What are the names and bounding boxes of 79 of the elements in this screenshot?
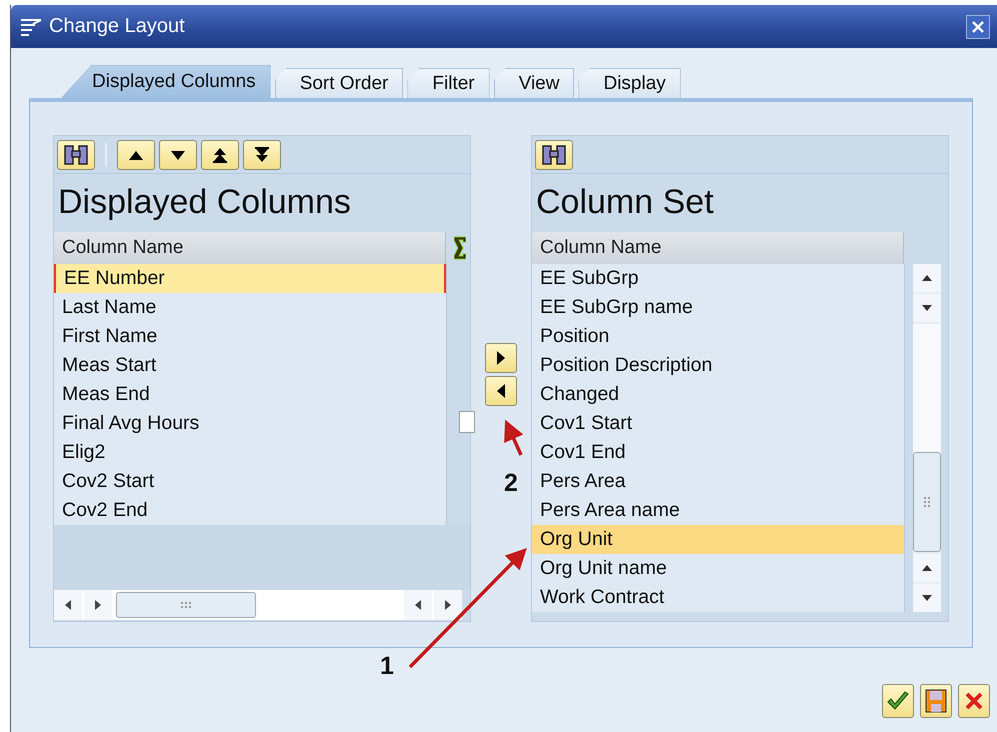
layout-icon: [19, 18, 43, 36]
top-button[interactable]: [201, 140, 239, 170]
list-row[interactable]: Work Contract: [532, 583, 904, 612]
list-row[interactable]: EE SubGrp: [532, 264, 904, 293]
bottom-button[interactable]: [243, 140, 281, 170]
scroll-down-button[interactable]: [913, 294, 941, 322]
callout-number: 2: [504, 471, 518, 496]
right-arrow-icon: [94, 599, 102, 611]
list-row[interactable]: Cov2 End: [54, 496, 446, 525]
list-row[interactable]: Final Avg Hours: [54, 409, 446, 438]
list-row[interactable]: Meas Start: [54, 351, 446, 380]
up-button[interactable]: [117, 140, 155, 170]
window-title: Change Layout: [49, 15, 185, 38]
checkbox[interactable]: [459, 411, 475, 433]
search-button[interactable]: [535, 140, 573, 170]
list-row[interactable]: Last Name: [54, 293, 446, 322]
scroll-down-button[interactable]: [913, 584, 941, 612]
scroll-right-button[interactable]: [434, 590, 462, 620]
left-arrow-icon: [496, 383, 506, 399]
left-arrow-icon: [414, 599, 422, 611]
binoculars-icon: [541, 144, 567, 166]
down-arrow-icon: [921, 594, 933, 602]
list-row[interactable]: Meas End: [54, 380, 446, 409]
scroll-left-button[interactable]: [54, 590, 82, 620]
list-row[interactable]: Pers Area: [532, 467, 904, 496]
list-row[interactable]: Changed: [532, 380, 904, 409]
right-arrow-icon: [496, 350, 506, 366]
panel-title: Displayed Columns: [57, 182, 352, 222]
list-row[interactable]: Org Unit name: [532, 554, 904, 583]
save-icon: [925, 689, 947, 713]
list-row[interactable]: Pers Area name: [532, 496, 904, 525]
list-row[interactable]: Cov2 Start: [54, 467, 446, 496]
grip-icon: [924, 497, 930, 507]
scroll-up-button[interactable]: [913, 264, 941, 292]
cancel-icon: [964, 691, 984, 711]
scrollbar-thumb[interactable]: [116, 592, 256, 618]
cancel-button[interactable]: [958, 684, 990, 718]
list-row[interactable]: Position: [532, 322, 904, 351]
callout-number: 1: [380, 654, 394, 679]
top-arrow-icon: [210, 146, 230, 164]
scroll-up-button[interactable]: [913, 554, 941, 582]
bottom-arrow-icon: [252, 146, 272, 164]
right-arrow-icon: [444, 599, 452, 611]
checkmark-icon: [886, 691, 910, 711]
sum-icon: [454, 236, 466, 260]
list-row[interactable]: Position Description: [532, 351, 904, 380]
tab[interactable]: Filter: [407, 68, 490, 98]
list-row[interactable]: EE SubGrp name: [532, 293, 904, 322]
tab[interactable]: Displayed Columns: [61, 65, 271, 98]
panel-title: Column Set: [535, 182, 715, 222]
close-icon: [972, 20, 984, 32]
list-row[interactable]: Cov1 Start: [532, 409, 904, 438]
down-button[interactable]: [159, 140, 197, 170]
list-row[interactable]: First Name: [54, 322, 446, 351]
tab[interactable]: View: [494, 68, 574, 98]
column-header[interactable]: Column Name: [532, 232, 904, 264]
scroll-right-button[interactable]: [84, 590, 112, 620]
down-arrow-icon: [921, 304, 933, 312]
search-button[interactable]: [57, 140, 95, 170]
remove-column-button[interactable]: [485, 376, 517, 406]
add-column-button[interactable]: [485, 343, 517, 373]
save-button[interactable]: [920, 684, 952, 718]
tab[interactable]: Sort Order: [274, 68, 404, 98]
annotation-arrow: [504, 420, 524, 456]
list-row[interactable]: EE Number: [54, 264, 446, 293]
confirm-button[interactable]: [882, 684, 914, 718]
left-arrow-icon: [64, 599, 72, 611]
list-row[interactable]: Org Unit: [532, 525, 904, 554]
close-button[interactable]: [966, 14, 990, 38]
scrollbar-thumb[interactable]: [913, 452, 941, 552]
list-row[interactable]: Cov1 End: [532, 438, 904, 467]
list-row[interactable]: Elig2: [54, 438, 446, 467]
up-arrow-icon: [921, 274, 933, 282]
tab[interactable]: Display: [578, 68, 681, 98]
grip-icon: [181, 602, 191, 608]
scroll-left-button[interactable]: [404, 590, 432, 620]
column-header[interactable]: Column Name: [54, 232, 446, 264]
up-arrow-icon: [921, 564, 933, 572]
binoculars-icon: [63, 144, 89, 166]
